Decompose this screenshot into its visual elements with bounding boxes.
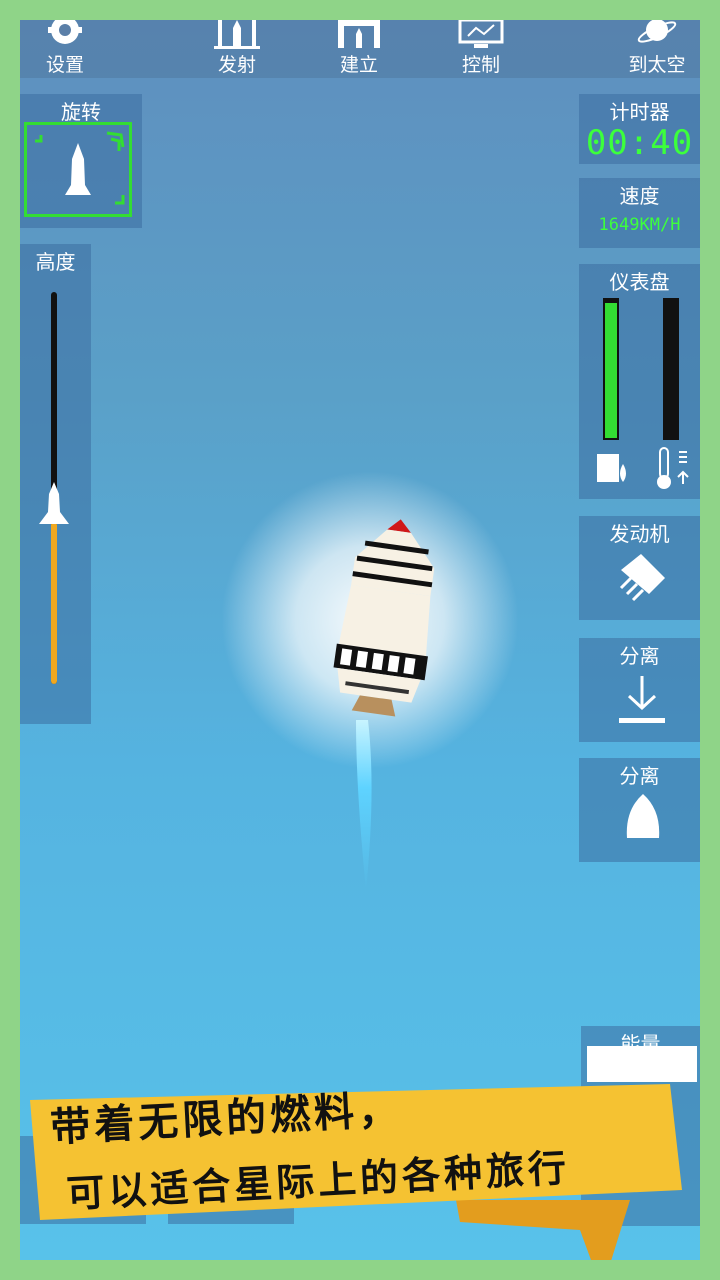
settings-label: 设置	[45, 54, 84, 76]
control-label: 控制	[461, 54, 500, 76]
fuel-icon	[597, 454, 626, 482]
game-viewport: 设置 发射 建立 控制 到太空 旋转 高度 计时器 00:40 速度 1649K…	[20, 20, 700, 1260]
dashboard-panel: 仪表盘	[579, 264, 700, 499]
engine-icon	[619, 554, 665, 602]
thermometer-icon	[657, 447, 689, 489]
separate-title-2: 分离	[619, 764, 660, 788]
to-space-label: 到太空	[628, 54, 686, 76]
altitude-fill	[51, 522, 57, 684]
download-arrow-icon	[619, 676, 665, 723]
timer-panel: 计时器 00:40	[579, 94, 700, 164]
speed-title: 速度	[619, 184, 660, 208]
build-button[interactable]: 建立	[314, 20, 404, 78]
timer-value: 00:40	[585, 123, 694, 163]
hangar-icon	[338, 20, 380, 48]
speed-value: 1649KM/H	[598, 215, 681, 235]
engine-button[interactable]: 发动机	[579, 516, 700, 620]
separate-title-1: 分离	[619, 644, 660, 668]
build-label: 建立	[339, 54, 378, 76]
rotation-control[interactable]	[24, 122, 132, 217]
rocket-body	[333, 519, 435, 890]
separate-stage-button[interactable]: 分离	[579, 638, 700, 742]
to-space-button[interactable]: 到太空	[612, 20, 700, 78]
rotation-panel: 旋转	[20, 94, 142, 228]
launch-label: 发射	[217, 54, 256, 76]
rocket-orientation-icon	[35, 131, 125, 205]
altitude-panel: 高度	[20, 244, 91, 724]
launch-pad-icon	[214, 20, 260, 49]
planet-icon	[637, 20, 677, 43]
control-button[interactable]: 控制	[436, 20, 526, 78]
rotation-title: 旋转	[61, 100, 101, 124]
launch-button[interactable]: 发射	[192, 20, 282, 78]
speed-panel: 速度 1649KM/H	[579, 178, 700, 248]
fuel-gauge	[603, 298, 619, 440]
altitude-rocket-marker	[39, 482, 69, 524]
altitude-title: 高度	[35, 250, 76, 274]
nose-cone-icon	[626, 794, 660, 838]
rocket	[220, 470, 520, 910]
monitor-icon	[458, 20, 504, 48]
settings-button[interactable]: 设置	[20, 20, 110, 78]
fuel-gauge-fill	[605, 303, 617, 438]
temperature-gauge	[663, 298, 679, 440]
gear-icon	[48, 20, 82, 44]
separate-nose-button[interactable]: 分离	[579, 758, 700, 862]
dashboard-title: 仪表盘	[609, 270, 670, 294]
engine-title: 发动机	[609, 522, 670, 546]
timer-title: 计时器	[609, 100, 670, 124]
top-toolbar: 设置 发射 建立 控制 到太空	[20, 20, 700, 78]
